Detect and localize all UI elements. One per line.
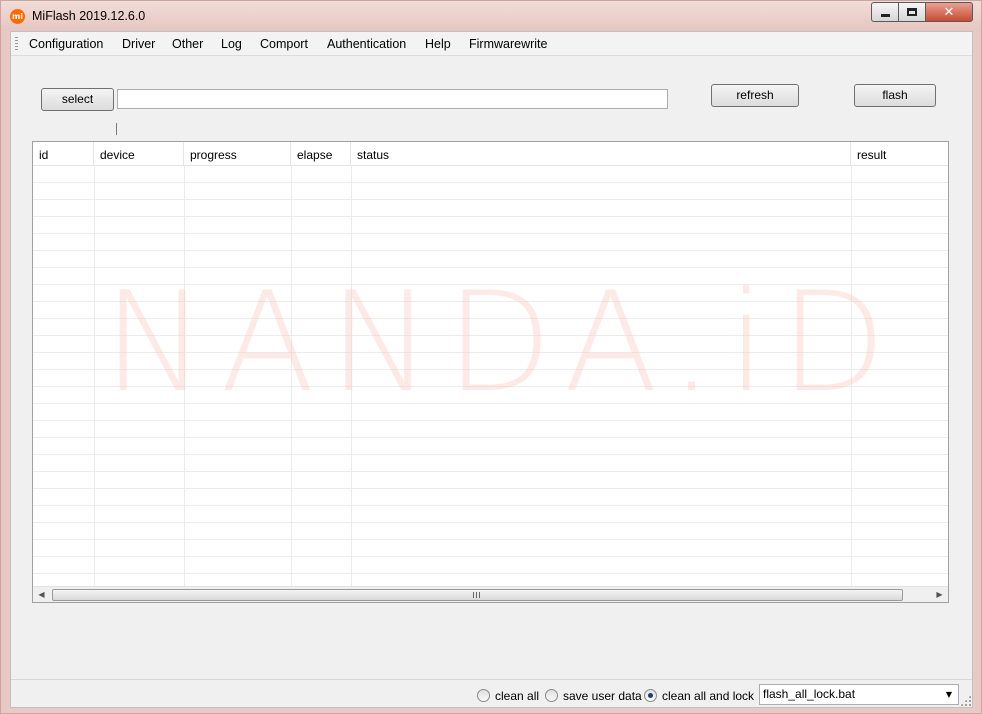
menu-help[interactable]: Help	[425, 37, 451, 52]
column-divider	[184, 166, 185, 587]
maximize-button[interactable]	[898, 2, 925, 22]
column-divider	[351, 166, 352, 587]
clean-all-label[interactable]: clean all	[495, 689, 539, 703]
save-user-data-radio[interactable]	[545, 689, 558, 702]
flash-script-select[interactable]: flash_all_lock.bat ▼	[759, 684, 959, 705]
column-divider	[94, 166, 95, 587]
mi-logo-icon: mi	[10, 9, 25, 24]
column-divider	[851, 166, 852, 587]
horizontal-scrollbar[interactable]: ◀ ▶	[33, 586, 948, 602]
menubar-grip-icon	[15, 37, 18, 51]
column-divider	[291, 166, 292, 587]
chevron-down-icon[interactable]: ▼	[942, 685, 956, 704]
scroll-left-icon[interactable]: ◀	[33, 587, 50, 602]
column-header-device[interactable]: device	[94, 142, 184, 166]
device-list[interactable]: id device progress elapse status result …	[32, 141, 949, 603]
menu-driver[interactable]: Driver	[122, 37, 155, 52]
list-header: id device progress elapse status result	[33, 142, 948, 166]
flash-script-value: flash_all_lock.bat	[763, 687, 856, 701]
menu-bar: Configuration Driver Other Log Comport A…	[11, 32, 972, 56]
save-user-data-label[interactable]: save user data	[563, 689, 642, 703]
column-header-status[interactable]: status	[351, 142, 851, 166]
splitter-mark	[116, 123, 117, 135]
select-button[interactable]: select	[41, 88, 114, 111]
clean-all-and-lock-label[interactable]: clean all and lock	[662, 689, 754, 703]
caption-buttons: ✕	[871, 2, 973, 22]
resize-grip-icon[interactable]	[960, 695, 971, 706]
close-icon: ✕	[943, 4, 955, 20]
flash-button[interactable]: flash	[854, 84, 936, 107]
column-header-id[interactable]: id	[33, 142, 94, 166]
menu-firmwarewrite[interactable]: Firmwarewrite	[469, 37, 547, 52]
menu-configuration[interactable]: Configuration	[29, 37, 103, 52]
column-header-result[interactable]: result	[851, 142, 948, 166]
minimize-icon	[880, 13, 890, 17]
window-title: MiFlash 2019.12.6.0	[32, 9, 146, 23]
close-button[interactable]: ✕	[925, 2, 973, 22]
refresh-button[interactable]: refresh	[711, 84, 799, 107]
miflash-window: mi MiFlash 2019.12.6.0 ✕ Configuration D…	[0, 0, 982, 714]
minimize-button[interactable]	[871, 2, 898, 22]
thumb-grip-icon	[473, 592, 481, 598]
column-header-progress[interactable]: progress	[184, 142, 291, 166]
scrollbar-thumb[interactable]	[52, 589, 903, 601]
options-strip: clean all save user data clean all and l…	[11, 679, 972, 707]
column-header-elapse[interactable]: elapse	[291, 142, 351, 166]
title-bar[interactable]: mi MiFlash 2019.12.6.0 ✕	[1, 1, 981, 31]
menu-other[interactable]: Other	[172, 37, 203, 52]
client-area: Configuration Driver Other Log Comport A…	[10, 31, 973, 708]
clean-all-radio[interactable]	[477, 689, 490, 702]
maximize-icon	[907, 8, 917, 16]
menu-authentication[interactable]: Authentication	[327, 37, 406, 52]
menu-log[interactable]: Log	[221, 37, 242, 52]
list-body[interactable]	[33, 166, 948, 587]
menu-comport[interactable]: Comport	[260, 37, 308, 52]
scroll-right-icon[interactable]: ▶	[931, 587, 948, 602]
rom-path-input[interactable]	[117, 89, 668, 109]
clean-all-and-lock-radio[interactable]	[644, 689, 657, 702]
